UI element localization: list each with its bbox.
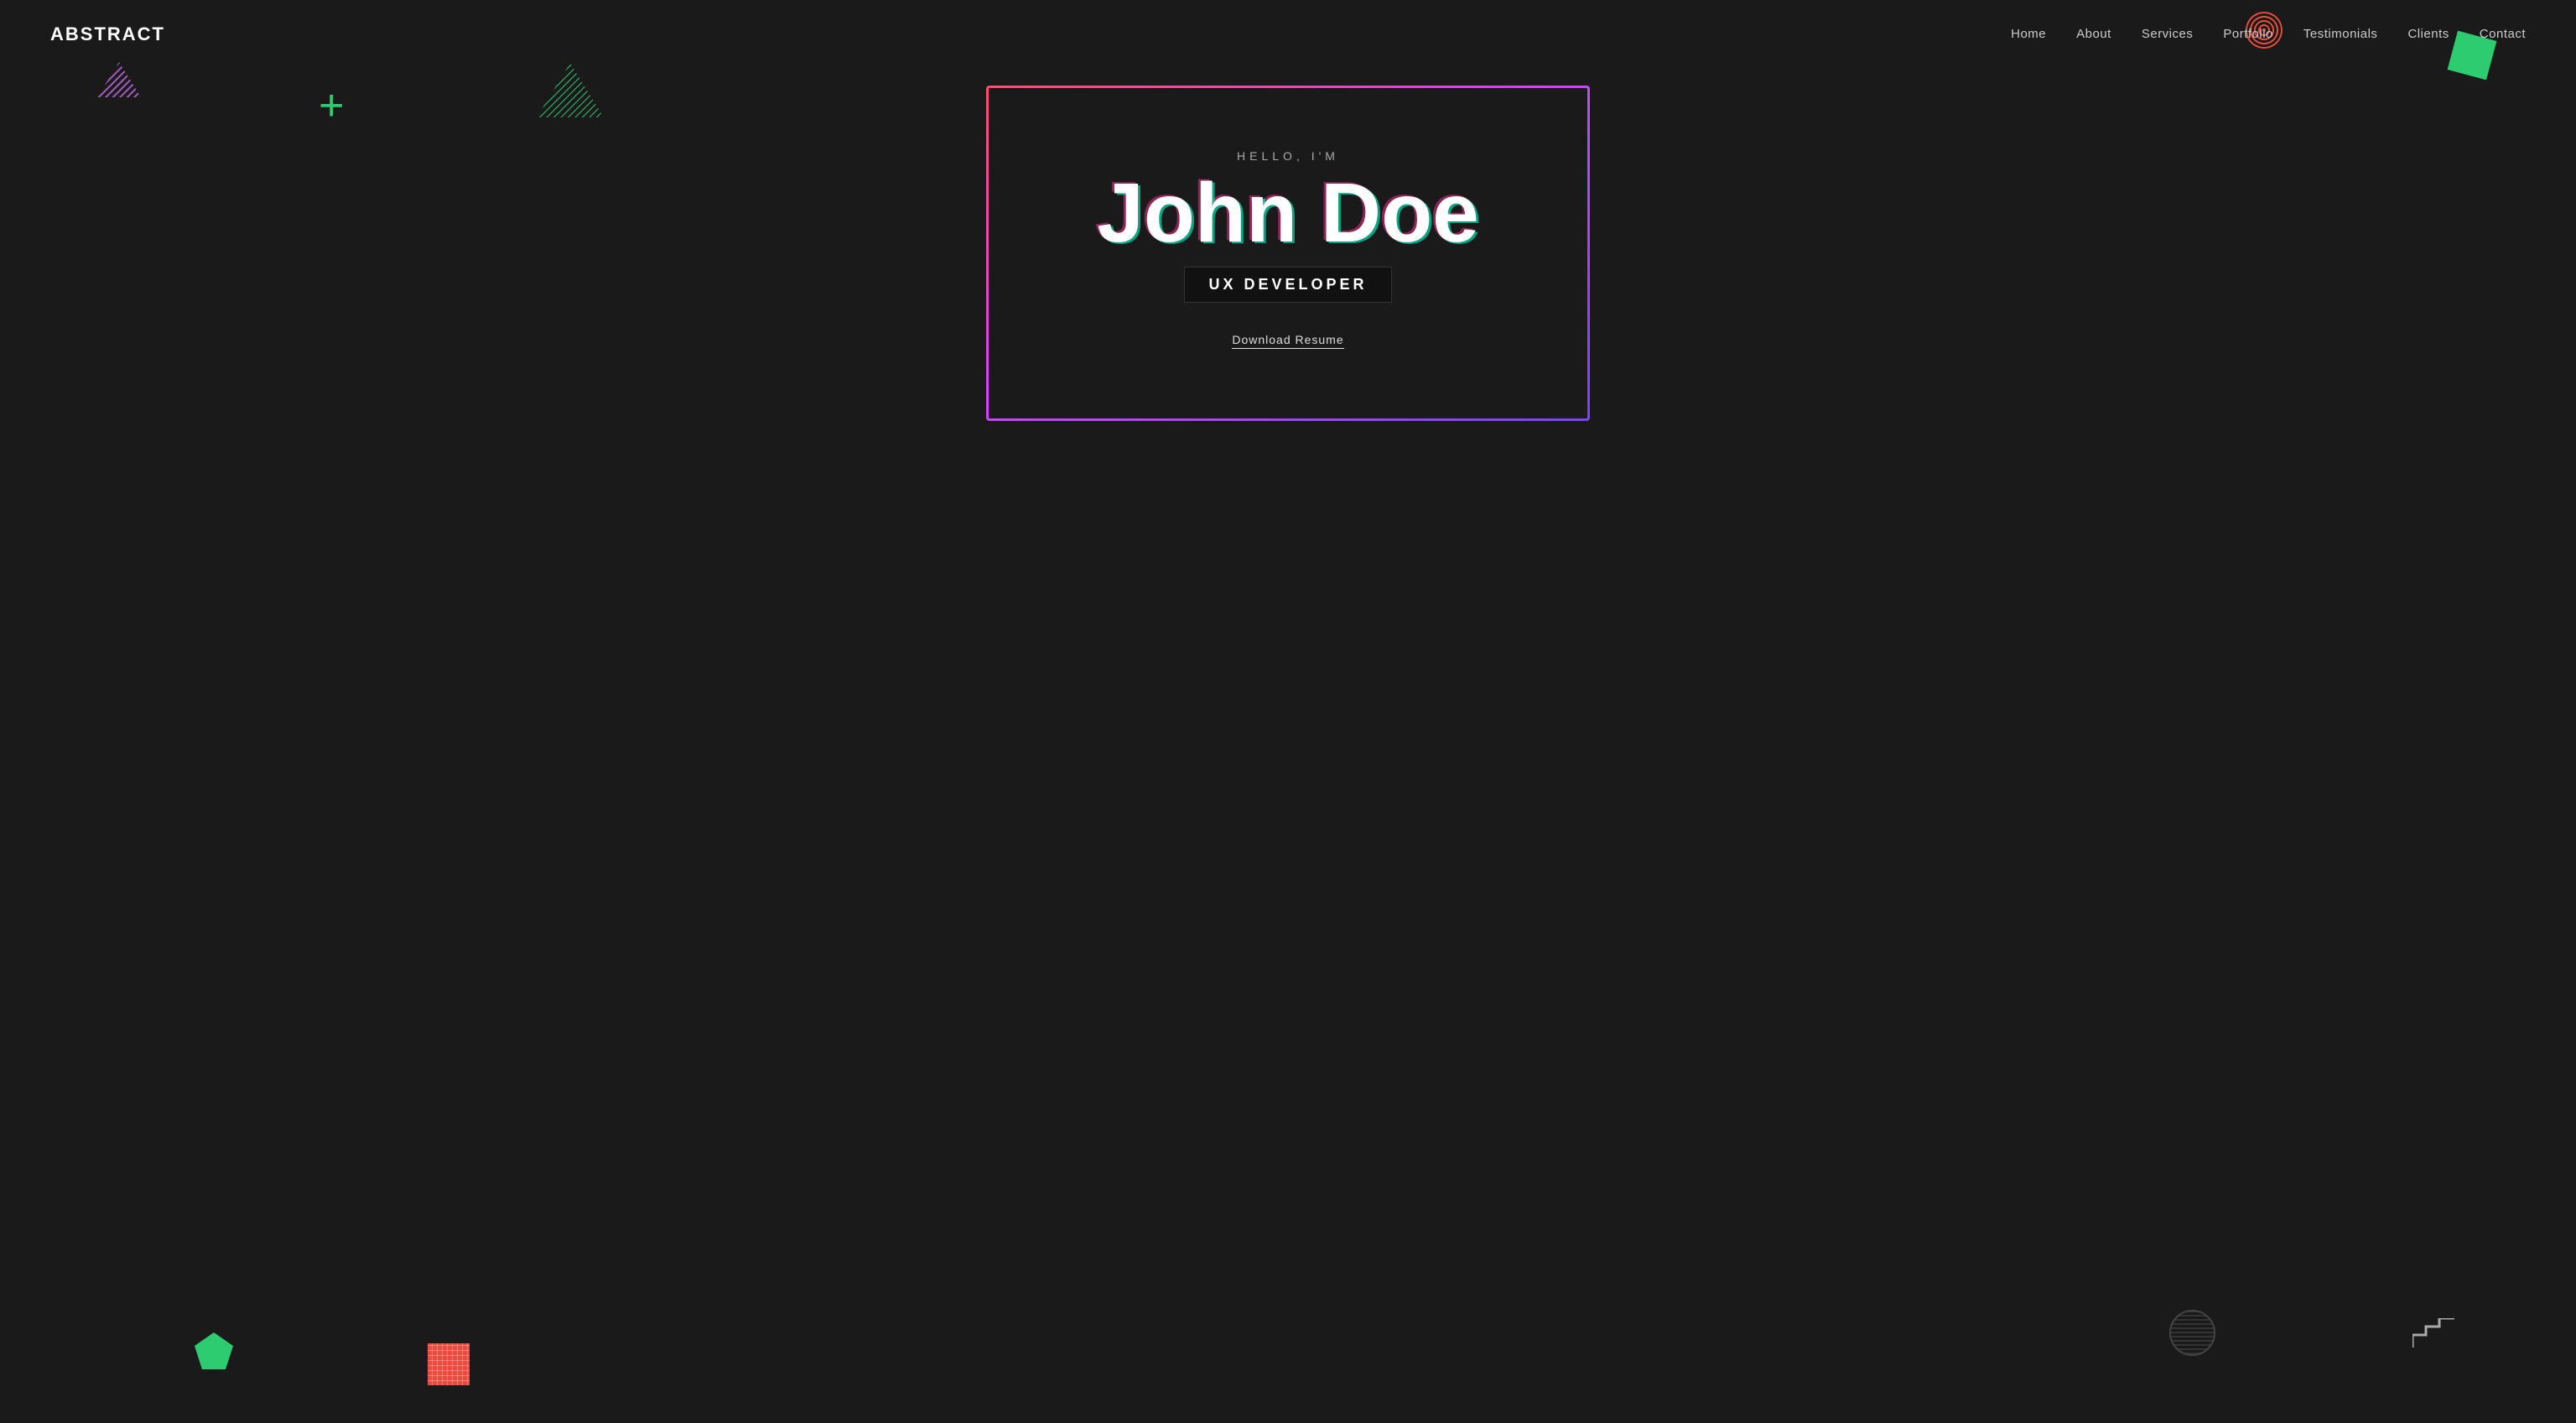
decorative-circle-lines <box>2169 1310 2215 1356</box>
hero-title: UX DEVELOPER <box>1184 267 1391 303</box>
nav-home[interactable]: Home <box>2011 27 2046 41</box>
nav-portfolio[interactable]: Portfolio <box>2223 27 2273 41</box>
hero-name: John Doe <box>1097 171 1479 255</box>
decorative-grid-red <box>428 1343 470 1385</box>
nav-services[interactable]: Services <box>2142 27 2194 41</box>
decorative-pentagon-green <box>193 1331 235 1373</box>
hero-card: HELLO, I'M John Doe UX DEVELOPER Downloa… <box>986 86 1590 421</box>
decorative-stairs <box>2412 1318 2454 1348</box>
navbar: ABSTRACT Home About Services Portfolio T… <box>0 0 2576 69</box>
hero-greeting: HELLO, I'M <box>1237 149 1339 163</box>
nav-about[interactable]: About <box>2076 27 2111 41</box>
hero-section: HELLO, I'M John Doe UX DEVELOPER Downloa… <box>0 69 2576 438</box>
download-resume-link[interactable]: Download Resume <box>1232 333 1343 349</box>
nav-clients[interactable]: Clients <box>2407 27 2449 41</box>
nav-contact[interactable]: Contact <box>2480 27 2526 41</box>
nav-testimonials[interactable]: Testimonials <box>2303 27 2378 41</box>
brand-logo[interactable]: ABSTRACT <box>50 23 165 45</box>
nav-links: Home About Services Portfolio Testimonia… <box>2011 27 2526 42</box>
